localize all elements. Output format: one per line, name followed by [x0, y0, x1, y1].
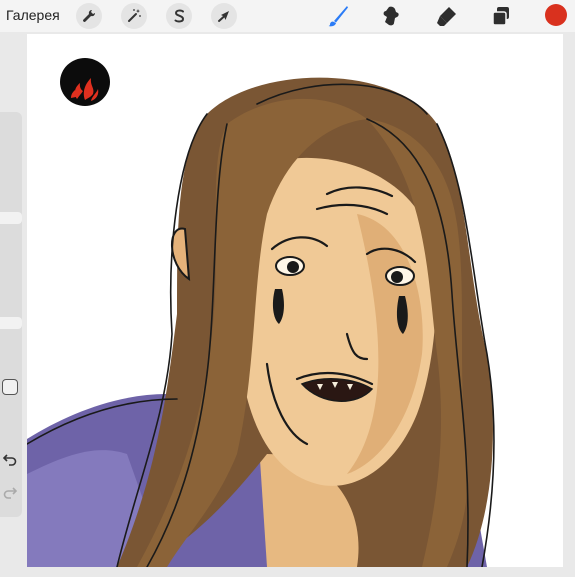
undo-arrow-icon: [3, 454, 17, 466]
selection-button[interactable]: [166, 3, 192, 29]
layers-button[interactable]: [488, 3, 514, 29]
smudge-button[interactable]: [379, 3, 405, 29]
transform-arrow-icon: [218, 11, 229, 22]
brush-icon: [328, 6, 348, 27]
layers-icon: [492, 7, 509, 26]
modify-button[interactable]: [2, 379, 18, 395]
transform-button[interactable]: [211, 3, 237, 29]
actions-button[interactable]: [76, 3, 102, 29]
undo-button[interactable]: [2, 451, 18, 467]
adjustments-button[interactable]: [121, 3, 147, 29]
brush-size-slider[interactable]: [0, 211, 22, 224]
selection-icon: [174, 9, 185, 23]
brush-button[interactable]: [325, 3, 351, 29]
eraser-button[interactable]: [433, 3, 459, 29]
wrench-icon: [83, 9, 96, 22]
redo-arrow-icon: [3, 487, 17, 499]
gallery-button[interactable]: Галерея: [6, 7, 60, 23]
brush-sidebar: [0, 112, 22, 517]
top-toolbar: Галерея: [0, 0, 575, 32]
flame-logo-icon: [60, 58, 110, 106]
eraser-icon: [437, 7, 456, 26]
redo-button[interactable]: [2, 484, 18, 500]
painted-portrait-image: [27, 58, 495, 567]
brush-opacity-slider[interactable]: [0, 317, 22, 329]
color-picker-button[interactable]: [545, 4, 567, 26]
magic-wand-icon: [128, 9, 141, 22]
smudge-icon: [383, 6, 399, 26]
drawing-canvas[interactable]: [27, 34, 563, 567]
